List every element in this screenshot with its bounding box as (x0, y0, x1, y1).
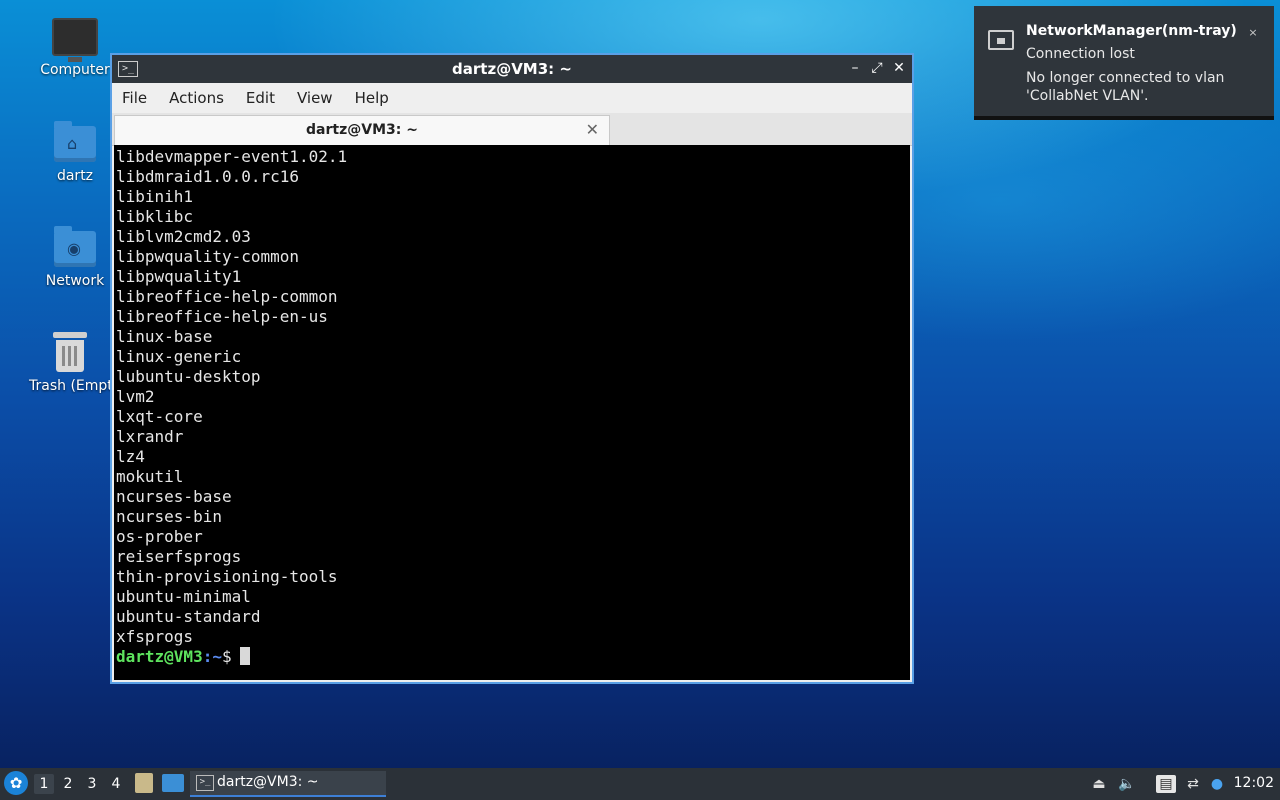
desktop-switch-3[interactable]: 3 (82, 774, 102, 794)
prompt-separator: : (202, 647, 213, 666)
terminal-line: libdmraid1.0.0.rc16 (116, 167, 300, 186)
terminal-line: libinih1 (116, 187, 194, 206)
tab-close-icon[interactable]: ✕ (586, 120, 599, 139)
terminal-line: lubuntu-desktop (116, 367, 261, 386)
network-tray-icon[interactable]: ⇄ (1184, 775, 1202, 793)
desktop-icon-network[interactable]: ◉ Network (27, 226, 123, 289)
taskbar: ✿ 1 2 3 4 >_ dartz@VM3: ~ ⏏ 🔈 ▤ ⇄ ● 12:0… (0, 768, 1280, 800)
prompt-user: dartz@VM3 (116, 647, 203, 666)
terminal-line: reiserfsprogs (116, 547, 242, 566)
terminal-line: lz4 (116, 447, 145, 466)
prompt-symbol: $ (221, 647, 232, 666)
home-folder-icon: ⌂ (54, 121, 96, 162)
terminal-line: libdevmapper-event1.02.1 (116, 147, 348, 166)
maximize-button[interactable]: ⤢ (870, 60, 884, 76)
menu-file[interactable]: File (122, 89, 147, 107)
menu-actions[interactable]: Actions (169, 89, 224, 107)
terminal-line: libreoffice-help-en-us (116, 307, 328, 326)
terminal-line: ubuntu-minimal (116, 587, 251, 606)
menubar: File Actions Edit View Help (112, 83, 912, 113)
terminal-line: linux-base (116, 327, 213, 346)
notification-tray-icon[interactable]: ● (1208, 775, 1226, 793)
terminal-output[interactable]: libdevmapper-event1.02.1 libdmraid1.0.0.r… (114, 145, 910, 680)
trash-icon (53, 332, 87, 372)
menu-edit[interactable]: Edit (246, 89, 275, 107)
prompt-path: ~ (212, 647, 222, 666)
terminal-line: liblvm2cmd2.03 (116, 227, 251, 246)
taskbar-task-label: dartz@VM3: ~ (217, 774, 319, 790)
desktop-icon-home[interactable]: ⌂ dartz (27, 121, 123, 184)
clock[interactable]: 12:02 (1234, 775, 1274, 791)
clipboard-icon[interactable]: ▤ (1156, 775, 1176, 793)
terminal-line: libpwquality-common (116, 247, 300, 266)
computer-icon (52, 18, 98, 62)
desktop-icon-computer[interactable]: Computer (27, 18, 123, 78)
taskbar-task-terminal[interactable]: >_ dartz@VM3: ~ (190, 771, 386, 797)
terminal-line: lvm2 (116, 387, 155, 406)
terminal-lines: libdevmapper-event1.02.1 libdmraid1.0.0.r… (116, 147, 910, 647)
tab-title: dartz@VM3: ~ (306, 122, 418, 138)
network-wired-icon (988, 30, 1014, 50)
terminal-line: libklibc (116, 207, 194, 226)
desktop-icon-label: Network (45, 273, 105, 289)
network-folder-icon: ◉ (54, 226, 96, 267)
notification-summary: Connection lost (1026, 46, 1135, 62)
desktop-icon-trash[interactable]: Trash (Empty) (27, 332, 113, 394)
text-cursor (239, 647, 250, 665)
notification-body: No longer connected to vlan 'CollabNet V… (1026, 70, 1225, 104)
terminal-line: ncurses-bin (116, 507, 222, 526)
terminal-window[interactable]: >_ dartz@VM3: ~ – ⤢ ✕ File Actions Edit … (110, 53, 914, 684)
desktop-icon-label: Computer (40, 62, 110, 78)
desktop-icon-label: dartz (56, 168, 94, 184)
show-desktop-icon[interactable] (162, 774, 184, 792)
menu-help[interactable]: Help (355, 89, 389, 107)
terminal-line: thin-provisioning-tools (116, 567, 338, 586)
terminal-task-icon: >_ (196, 775, 214, 791)
desktop-icon-label: Trash (Empty) (29, 378, 113, 394)
minimize-button[interactable]: – (848, 60, 862, 76)
terminal-line: xfsprogs (116, 627, 194, 646)
terminal-line: linux-generic (116, 347, 242, 366)
desktop-switch-1[interactable]: 1 (34, 774, 54, 794)
terminal-line: lxrandr (116, 427, 184, 446)
prompt-line: dartz@VM3:~$ (116, 647, 910, 667)
terminal-line: lxqt-core (116, 407, 203, 426)
notification-title: NetworkManager(nm-tray) (1026, 23, 1237, 39)
terminal-tab[interactable]: dartz@VM3: ~ ✕ (114, 115, 610, 145)
notification-close-button[interactable]: × (1244, 24, 1262, 42)
terminal-line: ubuntu-standard (116, 607, 261, 626)
terminal-line: ncurses-base (116, 487, 232, 506)
window-titlebar[interactable]: >_ dartz@VM3: ~ – ⤢ ✕ (112, 55, 912, 83)
desktop-switch-4[interactable]: 4 (106, 774, 126, 794)
terminal-line: os-prober (116, 527, 203, 546)
menu-view[interactable]: View (297, 89, 333, 107)
file-manager-launcher-icon[interactable] (135, 773, 153, 793)
desktop-switch-2[interactable]: 2 (58, 774, 78, 794)
notification-popup[interactable]: NetworkManager(nm-tray) Connection lost … (974, 6, 1274, 120)
start-menu-button[interactable]: ✿ (4, 771, 28, 795)
close-button[interactable]: ✕ (892, 60, 906, 76)
tab-bar: dartz@VM3: ~ ✕ (112, 113, 912, 146)
terminal-line: libreoffice-help-common (116, 287, 338, 306)
tray-updates-icon[interactable]: ⏏ (1090, 775, 1108, 793)
terminal-line: libpwquality1 (116, 267, 242, 286)
window-title: dartz@VM3: ~ (452, 60, 572, 78)
terminal-line: mokutil (116, 467, 184, 486)
volume-icon[interactable]: 🔈 (1118, 775, 1136, 793)
